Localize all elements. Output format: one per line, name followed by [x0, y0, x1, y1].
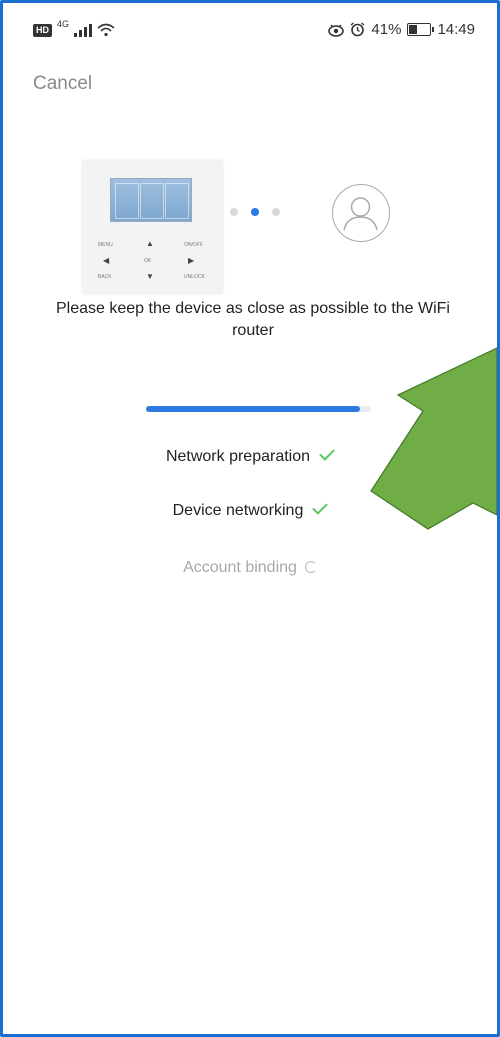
screenshot-frame: HD 4G 41% 14:49 Cancel MENU ON/OFF OK BA… [0, 0, 500, 1037]
annotation-arrow-icon [370, 347, 497, 530]
